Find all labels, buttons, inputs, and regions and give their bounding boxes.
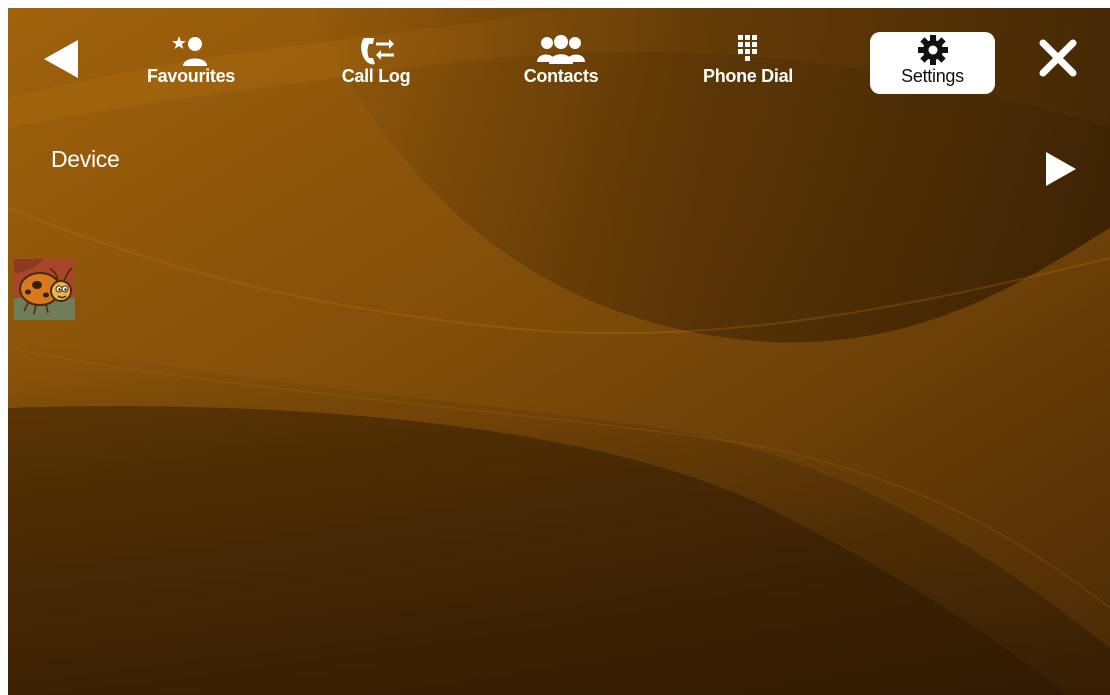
phone-arrows-icon [361, 38, 394, 65]
tab-favourites[interactable]: Favourites [136, 32, 246, 94]
phone-app-screen: Favourites Call Log Contacts Phone Dial … [8, 8, 1110, 695]
forward-button[interactable] [1044, 150, 1088, 194]
tab-call-log[interactable]: Call Log [326, 32, 426, 94]
forward-triangle-icon [1046, 152, 1076, 186]
star-person-icon [172, 36, 207, 66]
ladybug-app-icon[interactable] [14, 259, 75, 320]
tab-contacts[interactable]: Contacts [506, 32, 616, 94]
close-button[interactable] [1038, 38, 1088, 88]
top-nav-bar: Favourites Call Log Contacts Phone Dial … [8, 8, 1110, 108]
tab-settings[interactable]: Settings [870, 32, 995, 94]
tab-label: Phone Dial [702, 66, 793, 86]
gear-icon [917, 35, 948, 65]
back-button[interactable] [40, 38, 90, 88]
tab-phone-dial[interactable]: Phone Dial [688, 32, 808, 94]
section-title-device: Device [51, 146, 120, 172]
tab-label: Settings [901, 66, 964, 86]
back-triangle-icon [44, 40, 78, 78]
background-waves [8, 8, 1110, 695]
tab-label: Contacts [523, 66, 599, 86]
close-x-icon [1039, 39, 1077, 77]
ladybug-icon [14, 259, 75, 320]
dialpad-icon [738, 35, 757, 61]
tab-label: Favourites [146, 66, 236, 86]
people-group-icon [537, 35, 585, 64]
tab-label: Call Log [341, 66, 411, 86]
